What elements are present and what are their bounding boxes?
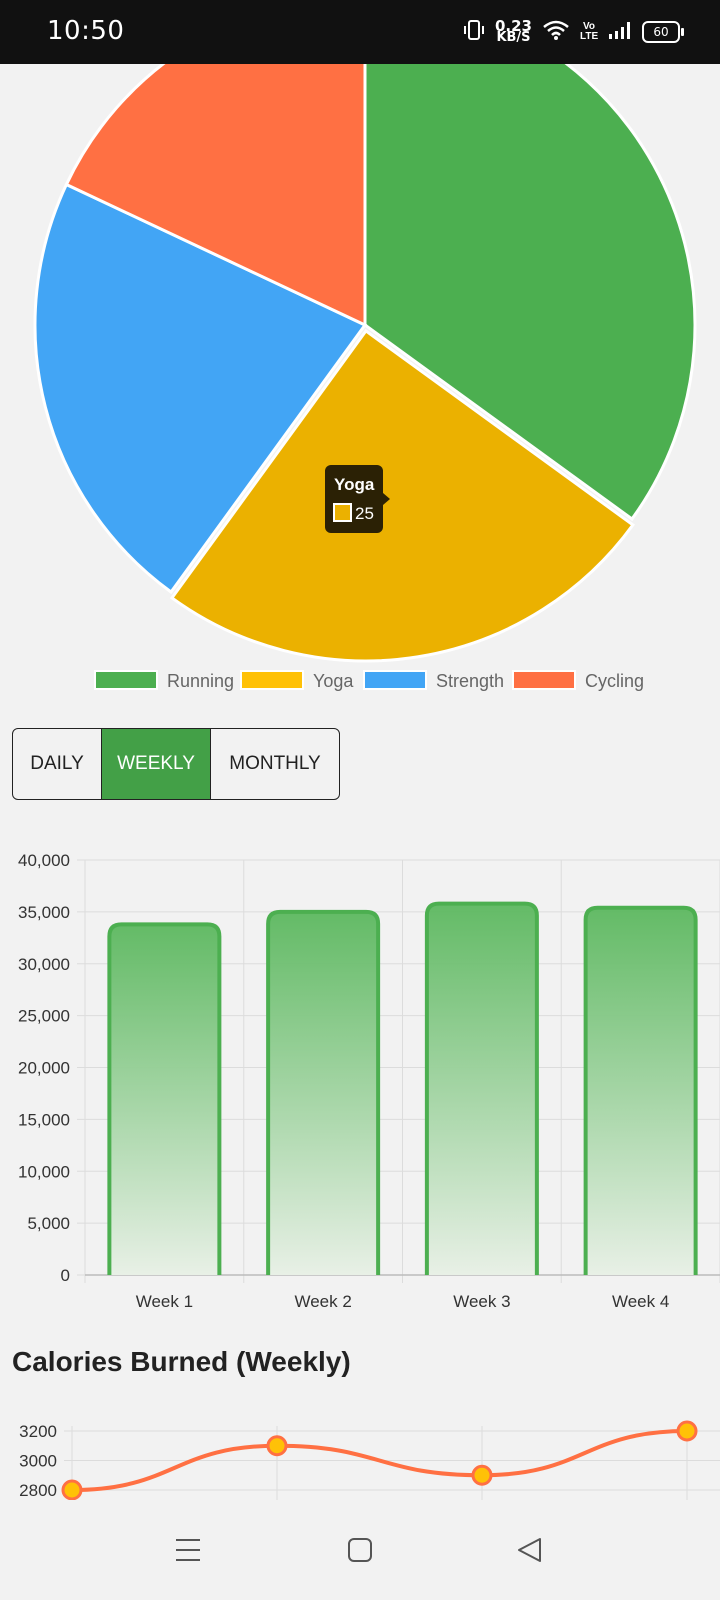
toggle-daily[interactable]: DAILY xyxy=(13,729,102,799)
legend-swatch xyxy=(94,670,158,690)
legend-swatch xyxy=(240,670,304,690)
legend-swatch xyxy=(363,670,427,690)
weekly-bar-chart[interactable]: 0 5,000 10,000 15,000 20,000 25,000 30,000 35,0… xyxy=(0,830,720,1310)
bar-x-tick-label: Week 2 xyxy=(294,1292,351,1310)
chart-tooltip: Yoga 25 xyxy=(325,465,390,533)
legend-item-strength[interactable]: Strength xyxy=(363,670,504,691)
calories-line-chart[interactable]: 2800 3000 3200 xyxy=(0,1410,720,1510)
bar-fill-week-3 xyxy=(426,903,537,1275)
bar-fill-week-1 xyxy=(109,924,220,1275)
bar-y-tick-label: 5,000 xyxy=(27,1214,70,1233)
legend-label: Yoga xyxy=(313,671,354,691)
line-point-week-3[interactable] xyxy=(471,1464,493,1486)
line-point-week-1[interactable] xyxy=(61,1479,83,1501)
network-speed: 0.23 KB/S xyxy=(495,19,532,45)
toggle-weekly[interactable]: WEEKLY xyxy=(102,729,211,799)
bar-fill-week-2 xyxy=(268,911,379,1275)
bar-x-tick-label: Week 4 xyxy=(612,1292,669,1310)
status-bar: 10:50 0.23 KB/S Vo LTE 60 xyxy=(0,0,720,64)
bar-y-tick-label: 30,000 xyxy=(18,955,70,974)
period-toggle-group: DAILY WEEKLY MONTHLY xyxy=(12,728,340,800)
bar-y-tick-label: 25,000 xyxy=(18,1007,70,1026)
bar-y-tick-label: 15,000 xyxy=(18,1110,70,1129)
tooltip-title: Yoga xyxy=(334,475,375,494)
line-y-tick-label: 2800 xyxy=(19,1481,57,1500)
bar-y-tick-label: 40,000 xyxy=(18,851,70,870)
volte-icon: Vo LTE xyxy=(580,21,599,42)
battery-level: 60 xyxy=(653,25,669,39)
status-icons: 0.23 KB/S Vo LTE 60 xyxy=(463,14,684,50)
legend-label: Strength xyxy=(436,671,504,691)
line-y-tick-label: 3000 xyxy=(19,1452,57,1471)
calories-section-title: Calories Burned (Weekly) xyxy=(12,1346,351,1377)
line-point-week-4[interactable] xyxy=(676,1420,698,1442)
bar-y-tick-label: 20,000 xyxy=(18,1059,70,1078)
bar-y-tick-label: 35,000 xyxy=(18,903,70,922)
bar-y-tick-label: 0 xyxy=(61,1266,70,1285)
signal-icon xyxy=(608,20,632,45)
battery-icon: 60 xyxy=(642,21,684,43)
activity-pie-chart[interactable]: Running Yoga Strength Cycling Yoga 25 xyxy=(0,64,720,714)
legend-item-running[interactable]: Running xyxy=(94,670,234,691)
bar-x-tick-label: Week 3 xyxy=(453,1292,510,1310)
wifi-icon xyxy=(542,19,570,46)
toggle-monthly[interactable]: MONTHLY xyxy=(211,729,339,799)
bar-y-tick-label: 10,000 xyxy=(18,1162,70,1181)
line-y-tick-label: 3200 xyxy=(19,1422,57,1441)
legend-label: Cycling xyxy=(585,671,644,691)
home-square-icon[interactable] xyxy=(340,1530,380,1570)
bar-fill-week-4 xyxy=(585,907,696,1275)
network-speed-unit: KB/S xyxy=(496,30,531,45)
status-time: 10:50 xyxy=(47,16,125,46)
legend-swatch xyxy=(512,670,576,690)
vibrate-icon xyxy=(463,18,485,47)
tooltip-swatch xyxy=(333,503,352,522)
legend-item-yoga[interactable]: Yoga xyxy=(240,670,354,691)
legend-item-cycling[interactable]: Cycling xyxy=(512,670,644,691)
back-triangle-icon[interactable] xyxy=(510,1530,550,1570)
tooltip-value: 25 xyxy=(355,504,374,523)
line-point-week-2[interactable] xyxy=(266,1435,288,1457)
system-nav-bar xyxy=(0,1500,720,1600)
menu-icon[interactable] xyxy=(168,1530,208,1570)
bar-x-tick-label: Week 1 xyxy=(136,1292,193,1310)
legend-label: Running xyxy=(167,671,234,691)
